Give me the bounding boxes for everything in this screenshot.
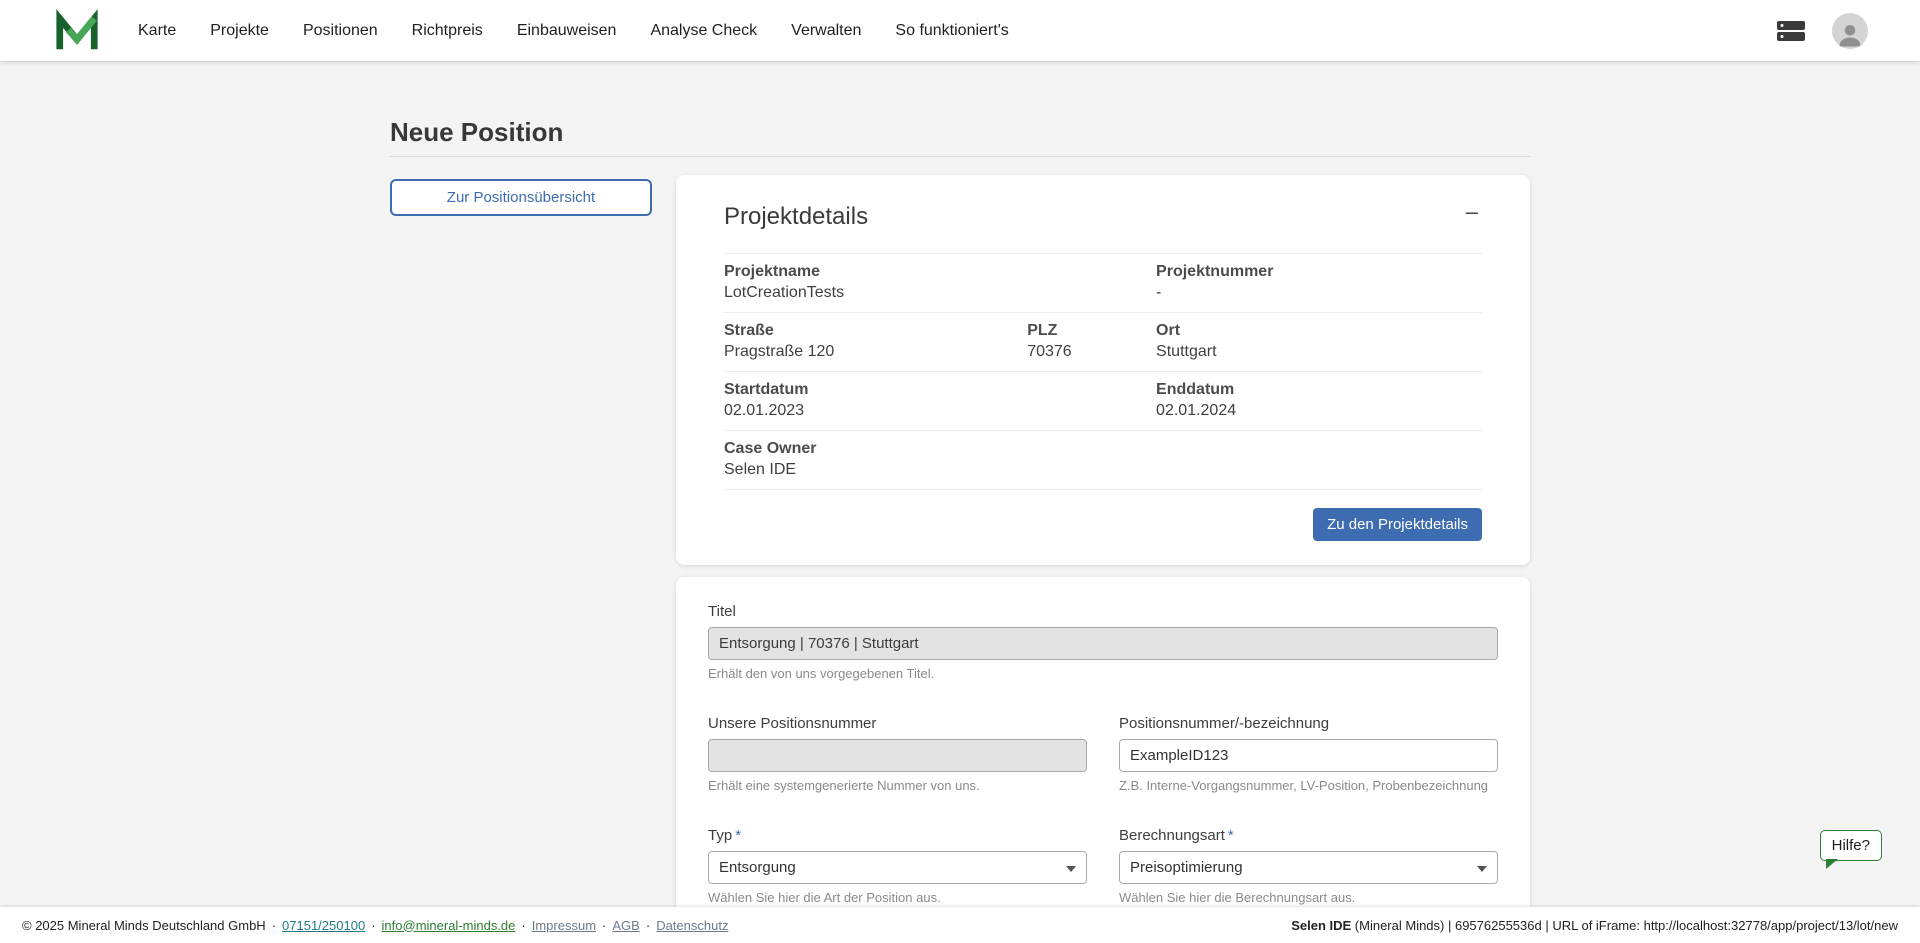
berechnungsart-select[interactable]: Preisoptimierung xyxy=(1119,851,1498,884)
typ-help-text: Wählen Sie hier die Art der Position aus… xyxy=(708,890,1087,905)
footer-separator: · xyxy=(371,918,375,933)
project-details-table: Projektname LotCreationTests Projektnumm… xyxy=(724,253,1482,490)
strasse-value: Pragstraße 120 xyxy=(724,343,1027,361)
startdatum-value: 02.01.2023 xyxy=(724,402,1027,420)
go-to-project-details-button[interactable]: Zu den Projektdetails xyxy=(1313,508,1482,541)
berechnungsart-selected-value: Preisoptimierung xyxy=(1130,859,1243,876)
mineral-minds-logo-icon[interactable] xyxy=(54,8,100,54)
typ-label: Typ* xyxy=(708,827,1087,844)
plz-value: 70376 xyxy=(1027,343,1156,361)
table-row: Projektname LotCreationTests Projektnumm… xyxy=(724,254,1482,313)
nav-item-karte[interactable]: Karte xyxy=(138,22,176,40)
titel-label: Titel xyxy=(708,603,1498,620)
user-avatar[interactable] xyxy=(1832,13,1868,49)
right-column: Projektdetails – Projektname LotCreation… xyxy=(676,179,1530,943)
projektnummer-value: - xyxy=(1156,284,1482,302)
nav-item-richtpreis[interactable]: Richtpreis xyxy=(412,22,483,40)
footer-separator: · xyxy=(646,918,650,933)
footer-email-link[interactable]: info@mineral-minds.de xyxy=(382,918,516,933)
table-row: Startdatum 02.01.2023 Enddatum 02.01.202… xyxy=(724,372,1482,431)
footer-impressum-link[interactable]: Impressum xyxy=(532,918,596,933)
table-row: Case Owner Selen IDE xyxy=(724,431,1482,490)
footer-session-details: (Mineral Minds) | 69576255536d | URL of … xyxy=(1351,918,1898,933)
positionsnummer-input[interactable] xyxy=(1119,739,1498,772)
project-details-title: Projektdetails xyxy=(724,203,868,231)
positionsnummer-help-text: Z.B. Interne-Vorgangsnummer, LV-Position… xyxy=(1119,778,1498,793)
typ-selected-value: Entsorgung xyxy=(719,859,796,876)
enddatum-label: Enddatum xyxy=(1156,381,1482,399)
new-position-form-card: Titel Erhält den von uns vorgegebenen Ti… xyxy=(676,577,1530,943)
chevron-down-icon xyxy=(1477,866,1487,872)
typ-select[interactable]: Entsorgung xyxy=(708,851,1087,884)
nav-item-positionen[interactable]: Positionen xyxy=(303,22,378,40)
footer-separator: · xyxy=(272,918,276,933)
footer-session-info: Selen IDE (Mineral Minds) | 69576255536d… xyxy=(1291,918,1898,933)
plz-label: PLZ xyxy=(1027,322,1156,340)
navbar-right xyxy=(1776,13,1868,49)
project-details-card: Projektdetails – Projektname LotCreation… xyxy=(676,175,1530,565)
nav-item-analyse-check[interactable]: Analyse Check xyxy=(650,22,757,40)
case-owner-value: Selen IDE xyxy=(724,461,1027,479)
left-column: Zur Positionsübersicht xyxy=(390,179,652,216)
typ-field: Typ* Entsorgung Wählen Sie hier die Art … xyxy=(708,827,1087,905)
table-row: Straße Pragstraße 120 PLZ 70376 Ort Stut… xyxy=(724,313,1482,372)
footer-separator: · xyxy=(602,918,606,933)
help-button[interactable]: Hilfe? xyxy=(1820,830,1882,861)
footer-separator: · xyxy=(521,918,525,933)
berechnungsart-help-text: Wählen Sie hier die Berechnungsart aus. xyxy=(1119,890,1498,905)
footer-datenschutz-link[interactable]: Datenschutz xyxy=(656,918,728,933)
main-content: Neue Position Zur Positionsübersicht Pro… xyxy=(390,61,1530,943)
enddatum-value: 02.01.2024 xyxy=(1156,402,1482,420)
ort-value: Stuttgart xyxy=(1156,343,1482,361)
unsere-positionsnummer-input[interactable] xyxy=(708,739,1087,772)
positionsnummer-label: Positionsnummer/-bezeichnung xyxy=(1119,715,1498,732)
unsere-positionsnummer-label: Unsere Positionsnummer xyxy=(708,715,1087,732)
startdatum-label: Startdatum xyxy=(724,381,1027,399)
collapse-button[interactable]: – xyxy=(1462,203,1482,221)
titel-help-text: Erhält den von uns vorgegebenen Titel. xyxy=(708,666,1498,681)
berechnungsart-field: Berechnungsart* Preisoptimierung Wählen … xyxy=(1119,827,1498,905)
case-owner-label: Case Owner xyxy=(724,440,1027,458)
required-asterisk: * xyxy=(1228,827,1234,844)
positionsnummer-field: Positionsnummer/-bezeichnung Z.B. Intern… xyxy=(1119,715,1498,793)
titel-input[interactable] xyxy=(708,627,1498,660)
projektname-label: Projektname xyxy=(724,263,1027,281)
unsere-positionsnummer-field: Unsere Positionsnummer Erhält eine syste… xyxy=(708,715,1087,793)
unsere-positionsnummer-help-text: Erhält eine systemgenerierte Nummer von … xyxy=(708,778,1087,793)
nav-item-einbauweisen[interactable]: Einbauweisen xyxy=(517,22,617,40)
footer-copyright: © 2025 Mineral Minds Deutschland GmbH xyxy=(22,918,266,933)
page-title: Neue Position xyxy=(390,117,1530,148)
nav-item-projekte[interactable]: Projekte xyxy=(210,22,269,40)
footer-left: © 2025 Mineral Minds Deutschland GmbH · … xyxy=(22,918,728,933)
strasse-label: Straße xyxy=(724,322,1027,340)
ort-label: Ort xyxy=(1156,322,1482,340)
chevron-down-icon xyxy=(1066,866,1076,872)
footer-phone-link[interactable]: 07151/250100 xyxy=(282,918,365,933)
projektnummer-label: Projektnummer xyxy=(1156,263,1482,281)
nav-item-so-funktionierts[interactable]: So funktioniert's xyxy=(895,22,1008,40)
berechnungsart-label: Berechnungsart* xyxy=(1119,827,1498,844)
required-asterisk: * xyxy=(735,827,741,844)
page-header: Neue Position xyxy=(390,117,1530,157)
top-navbar: Karte Projekte Positionen Richtpreis Ein… xyxy=(0,0,1920,61)
server-icon[interactable] xyxy=(1776,20,1806,42)
projektname-value: LotCreationTests xyxy=(724,284,1027,302)
footer: © 2025 Mineral Minds Deutschland GmbH · … xyxy=(0,907,1920,943)
main-nav: Karte Projekte Positionen Richtpreis Ein… xyxy=(138,22,1009,40)
back-to-positions-button[interactable]: Zur Positionsübersicht xyxy=(390,179,652,216)
nav-item-verwalten[interactable]: Verwalten xyxy=(791,22,861,40)
footer-user-name: Selen IDE xyxy=(1291,918,1351,933)
footer-agb-link[interactable]: AGB xyxy=(612,918,639,933)
